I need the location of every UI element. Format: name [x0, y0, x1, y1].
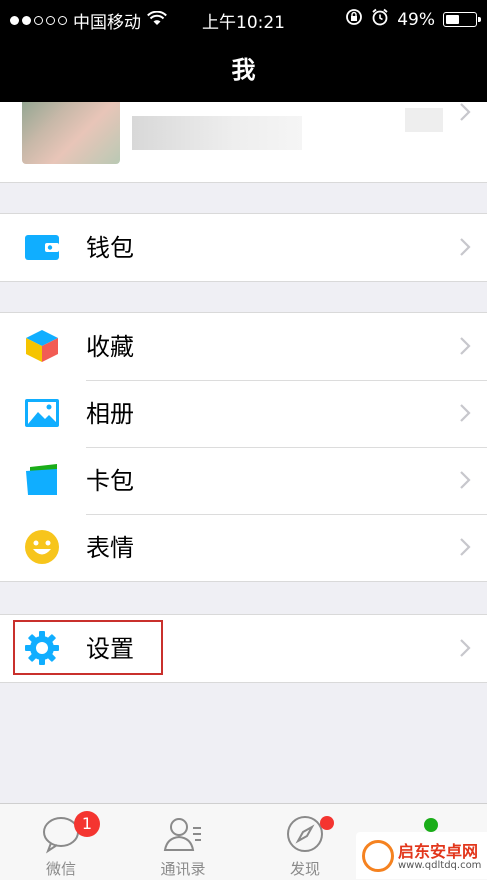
- unread-badge: 1: [74, 811, 100, 837]
- battery-icon: [443, 12, 481, 27]
- chevron-right-icon: [459, 638, 471, 658]
- menu-label-stickers: 表情: [86, 534, 134, 562]
- compass-icon: [285, 814, 325, 854]
- wallet-group: 钱包: [0, 213, 487, 282]
- menu-item-wallet[interactable]: 钱包: [0, 214, 487, 281]
- menu-label-favorites: 收藏: [86, 333, 134, 361]
- tab-label-contacts: 通讯录: [160, 860, 206, 878]
- discover-notification-dot: [320, 816, 334, 830]
- card-wallet-icon: [24, 462, 60, 498]
- menu-item-settings[interactable]: 设置: [0, 615, 487, 682]
- battery-percent: 49%: [397, 9, 435, 30]
- chevron-right-icon: [459, 470, 471, 490]
- alarm-icon: [371, 8, 389, 31]
- wallet-icon: [24, 229, 60, 265]
- watermark-title: 启东安卓网: [398, 842, 479, 861]
- chevron-right-icon: [459, 336, 471, 356]
- collection-group: 收藏 相册 卡包 表情: [0, 312, 487, 582]
- menu-item-cards[interactable]: 卡包: [0, 447, 487, 514]
- menu-label-wallet: 钱包: [86, 234, 134, 262]
- menu-item-favorites[interactable]: 收藏: [0, 313, 487, 380]
- chevron-right-icon: [459, 237, 471, 257]
- tab-chats[interactable]: 1 微信: [0, 804, 122, 880]
- watermark-logo-icon: [362, 840, 394, 872]
- status-bar: 中国移动 上午10:21 49%: [0, 0, 487, 38]
- top-bar: 中国移动 上午10:21 49% 我: [0, 0, 487, 102]
- profile-name-obscured: [132, 116, 302, 150]
- avatar: [22, 102, 120, 164]
- menu-label-album: 相册: [86, 400, 134, 428]
- qr-code-obscured: [405, 108, 443, 132]
- tab-label-chats: 微信: [45, 860, 76, 878]
- menu-item-stickers[interactable]: 表情: [0, 514, 487, 581]
- profile-row[interactable]: [0, 102, 487, 183]
- tab-contacts[interactable]: 通讯录: [122, 804, 244, 880]
- tab-discover[interactable]: 发现: [244, 804, 366, 880]
- chevron-right-icon: [459, 102, 471, 122]
- settings-group: 设置: [0, 614, 487, 683]
- rotation-lock-icon: [345, 8, 363, 31]
- album-icon: [24, 395, 60, 431]
- tab-label-discover: 发现: [289, 860, 320, 878]
- smiley-icon: [24, 529, 60, 565]
- me-status-dot: [424, 818, 438, 832]
- site-watermark: 启东安卓网 www.qdltdq.com: [356, 832, 487, 879]
- chevron-right-icon: [459, 537, 471, 557]
- watermark-url: www.qdltdq.com: [398, 860, 482, 871]
- page-title: 我: [231, 56, 256, 84]
- menu-label-cards: 卡包: [86, 467, 134, 495]
- menu-item-album[interactable]: 相册: [0, 380, 487, 447]
- highlight-box: [13, 620, 163, 675]
- chevron-right-icon: [459, 403, 471, 423]
- contacts-icon: [163, 814, 203, 854]
- favorites-cube-icon: [24, 328, 60, 364]
